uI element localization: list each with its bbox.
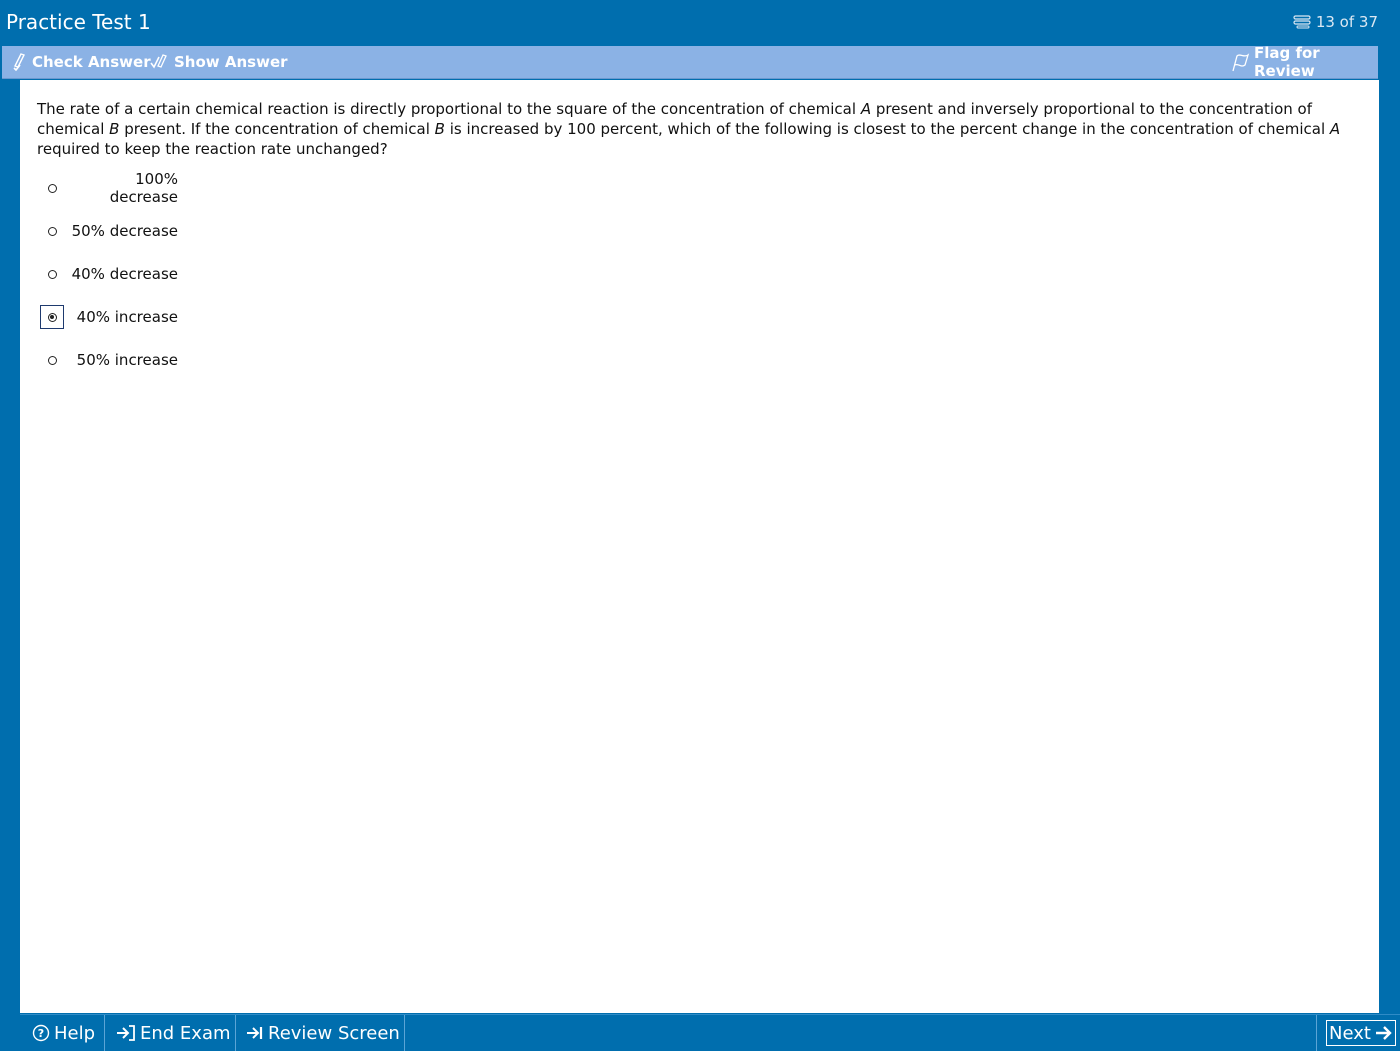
radio-wrapper[interactable] [40,219,64,243]
question-variable: B [109,120,120,138]
help-label: Help [54,1022,96,1044]
question-text-part: is increased by 100 percent, which of th… [444,120,1330,138]
end-exam-button[interactable]: End Exam [106,1015,236,1051]
radio-button[interactable] [47,226,57,236]
arrow-right-icon [1375,1024,1393,1042]
help-button[interactable]: ? Help [20,1015,105,1051]
radio-button[interactable] [47,183,57,193]
list-icon [1292,15,1312,29]
check-pen-icon [12,53,28,71]
question-text-part: The rate of a certain chemical reaction … [37,100,861,118]
question-variable: B [434,120,445,138]
flag-icon [1230,52,1250,72]
question-toolbar: Check Answer Show Answer Flag for Review [2,44,1378,80]
question-text: The rate of a certain chemical reaction … [37,99,1357,159]
answer-choice[interactable]: 50% decrease [40,217,178,245]
end-exam-label: End Exam [140,1022,231,1044]
question-text-part: required to keep the reaction rate uncha… [37,140,388,158]
radio-button-checked[interactable] [47,312,57,322]
radio-wrapper-focused[interactable] [40,305,64,329]
answer-choice-label: 50% increase [76,351,178,369]
question-counter-text: 13 of 37 [1315,13,1378,31]
question-text-part: chemical [37,120,110,138]
next-label: Next [1329,1022,1371,1044]
next-button[interactable]: Next [1316,1015,1400,1051]
question-text-part: present. If the concentration of chemica… [119,120,435,138]
review-screen-button[interactable]: Review Screen [237,1015,405,1051]
answer-choice-label: 40% decrease [71,265,178,283]
radio-wrapper[interactable] [40,348,64,372]
exit-arrow-icon [116,1024,136,1042]
review-screen-label: Review Screen [268,1022,400,1044]
answer-choice-label: 100% decrease [109,170,178,206]
svg-text:?: ? [38,1027,44,1040]
check-answer-button[interactable]: Check Answer [12,46,151,78]
question-text-part: present and inversely proportional to th… [871,100,1313,118]
next-button-focus[interactable]: Next [1326,1020,1396,1046]
question-counter: 13 of 37 [1292,13,1378,31]
show-answer-label: Show Answer [174,53,288,71]
flag-for-review-label: Flag for Review [1254,44,1320,80]
question-panel: The rate of a certain chemical reaction … [20,80,1379,1013]
show-answer-icon [150,53,170,71]
show-answer-button[interactable]: Show Answer [150,46,288,78]
radio-button[interactable] [47,269,57,279]
answer-choice-selected[interactable]: 40% increase [40,303,178,331]
answer-choice-label: 40% increase [76,308,178,326]
help-icon: ? [32,1024,50,1042]
answer-choice[interactable]: 50% increase [40,346,178,374]
answer-choice-label: 50% decrease [71,222,178,240]
radio-wrapper[interactable] [40,176,64,200]
answer-choice[interactable]: 40% decrease [40,260,178,288]
check-answer-label: Check Answer [32,53,151,71]
radio-button[interactable] [47,355,57,365]
navigation-bar: ? Help End Exam Review Screen Next [20,1014,1400,1051]
exam-title: Practice Test 1 [6,10,151,34]
title-bar: Practice Test 1 13 of 37 [0,0,1400,45]
answer-choice[interactable]: 100% decrease [40,170,178,206]
arrow-to-end-icon [246,1024,264,1042]
question-variable: A [860,100,872,118]
flag-for-review-button[interactable]: Flag for Review [1230,44,1378,80]
question-variable: A [1329,120,1341,138]
radio-wrapper[interactable] [40,262,64,286]
